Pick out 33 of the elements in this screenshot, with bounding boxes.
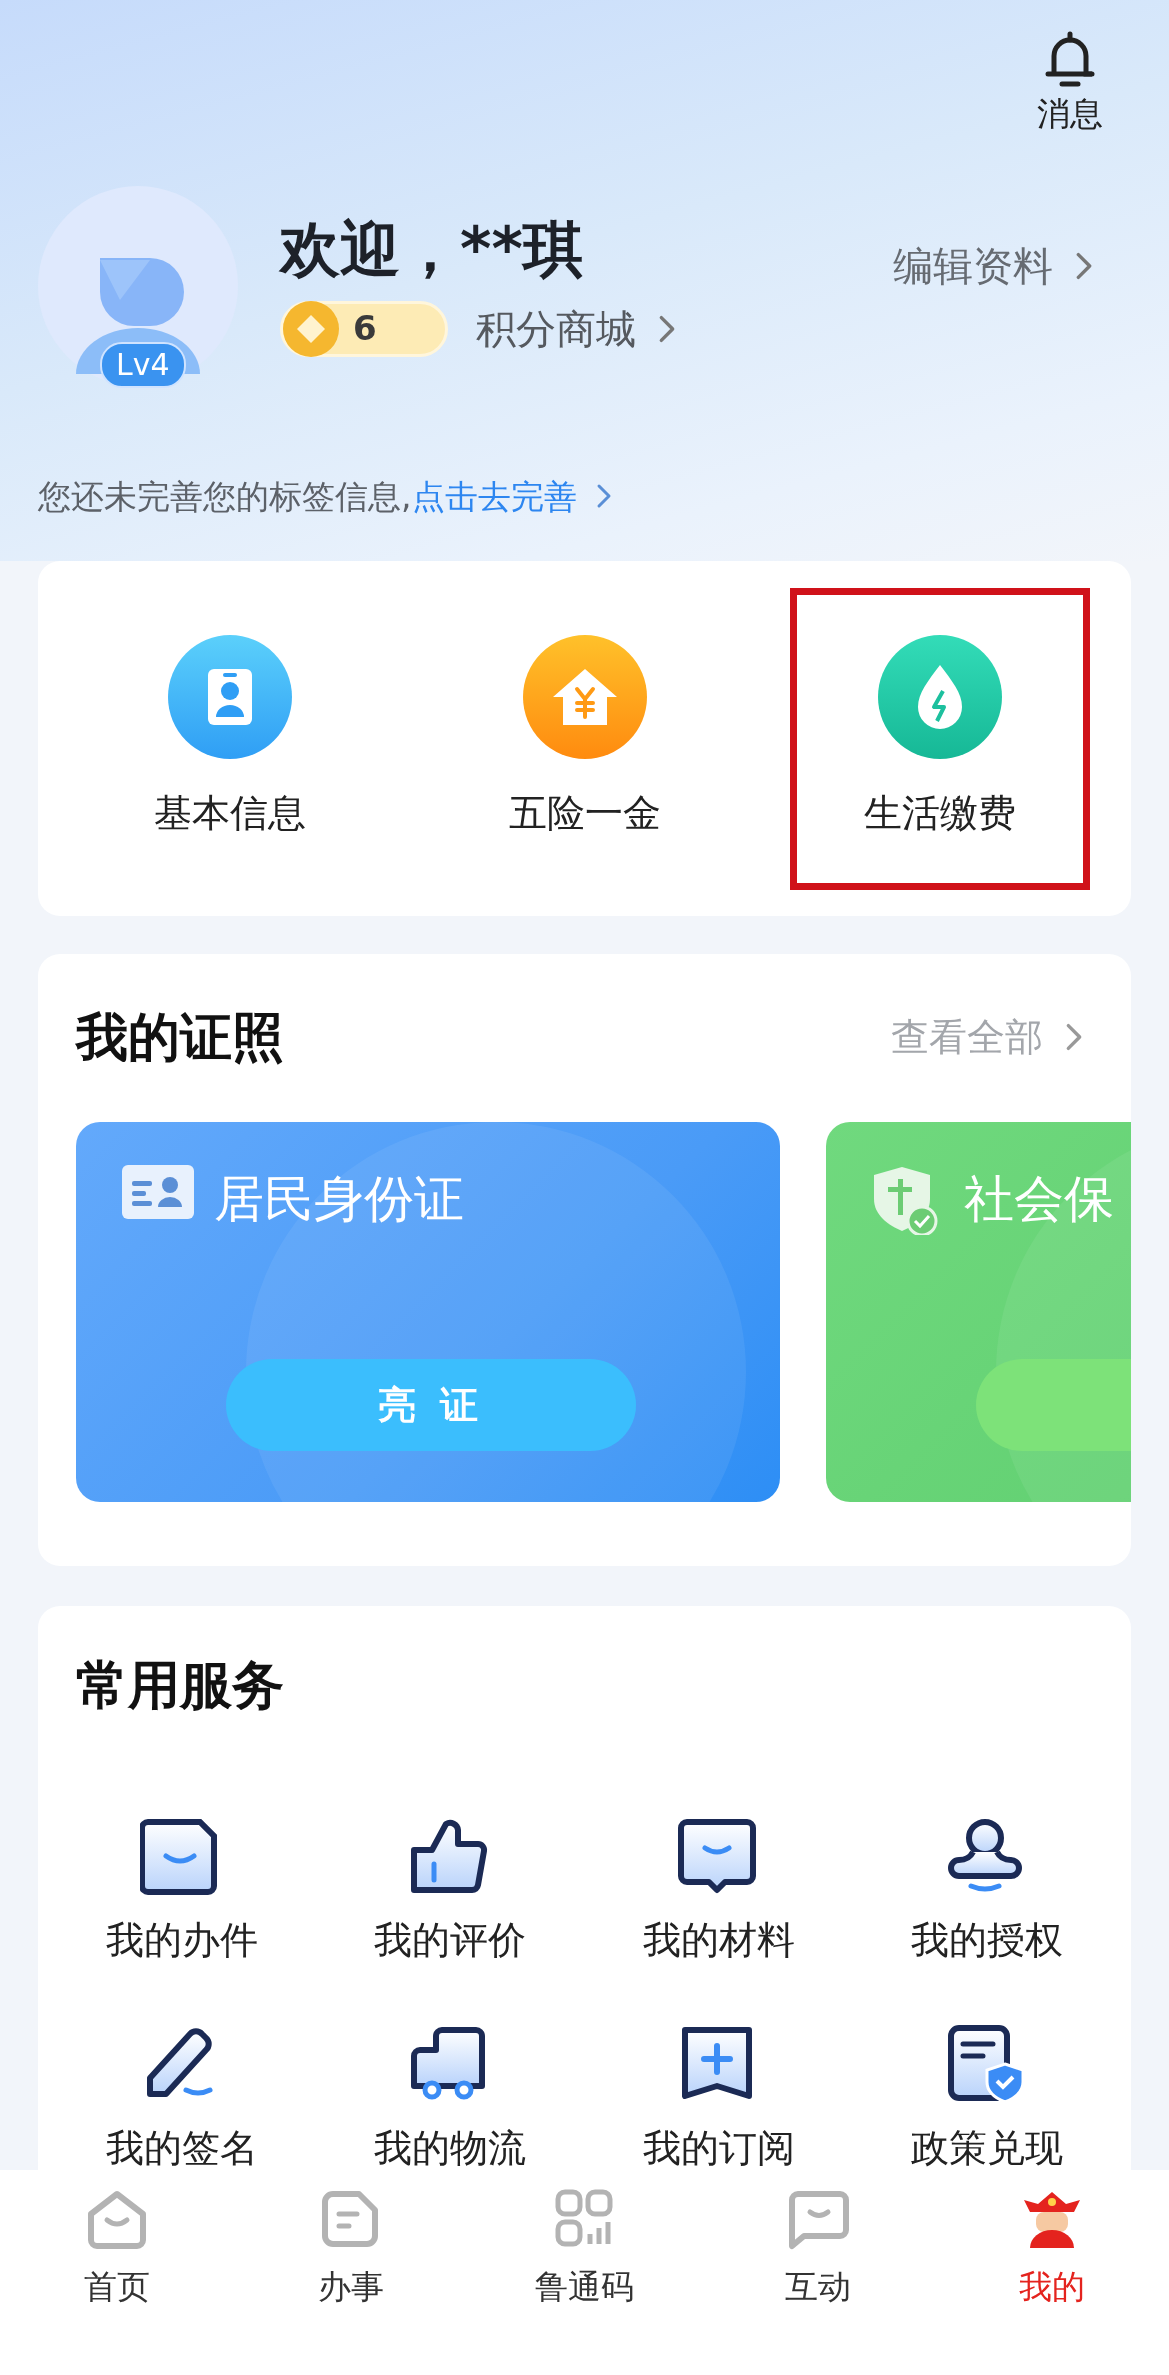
tab-bar-item[interactable]: 鲁通码 [467,2188,702,2375]
points-shop-link[interactable]: 积分商城 [476,298,684,359]
service-item[interactable]: 我的物流 [316,2023,585,2170]
service-item[interactable]: 政策兑现 [852,2023,1121,2170]
service-item[interactable]: 我的订阅 [584,2023,853,2170]
welcome-title: 欢迎，**琪 [280,212,584,285]
id-badge-icon [167,635,292,760]
notification-label[interactable]: 消息 [1037,94,1103,134]
quick-action[interactable]: 生活缴费 [789,587,1090,890]
chat-icon [786,2188,851,2250]
service-item[interactable]: 我的评价 [316,1816,585,1964]
edit-profile-link[interactable]: 编辑资料 [893,235,1101,296]
quick-action[interactable]: 基本信息 [79,587,380,890]
section-title: 我的证照 [76,1006,284,1070]
coin-icon [283,300,339,357]
service-item[interactable]: 我的签名 [48,2023,317,2170]
license-title: 社会保 [964,1169,1114,1231]
points-badge[interactable]: 6 [280,300,448,357]
service-item[interactable]: 我的材料 [584,1816,853,1964]
quick-action[interactable]: 五险一金 [434,587,735,890]
tab-bar-item[interactable]: 互动 [701,2188,936,2375]
drop-icon [877,635,1002,760]
section-title: 常用服务 [75,1654,285,1718]
tab-bar-item[interactable]: 我的 [935,2188,1169,2375]
house-icon [522,635,647,760]
license-title: 居民身份证 [214,1169,464,1231]
tag-prompt-text: 您还未完善您的标签信息, [38,475,412,518]
service-item[interactable]: 我的授权 [852,1816,1121,1964]
service-item[interactable]: 我的办件 [48,1816,317,1964]
tab-bar-item[interactable]: 首页 [0,2188,234,2375]
points-count: 6 [353,307,377,351]
tab-bar-item[interactable]: 办事 [233,2188,468,2375]
level-badge: Lv4 [100,341,186,388]
